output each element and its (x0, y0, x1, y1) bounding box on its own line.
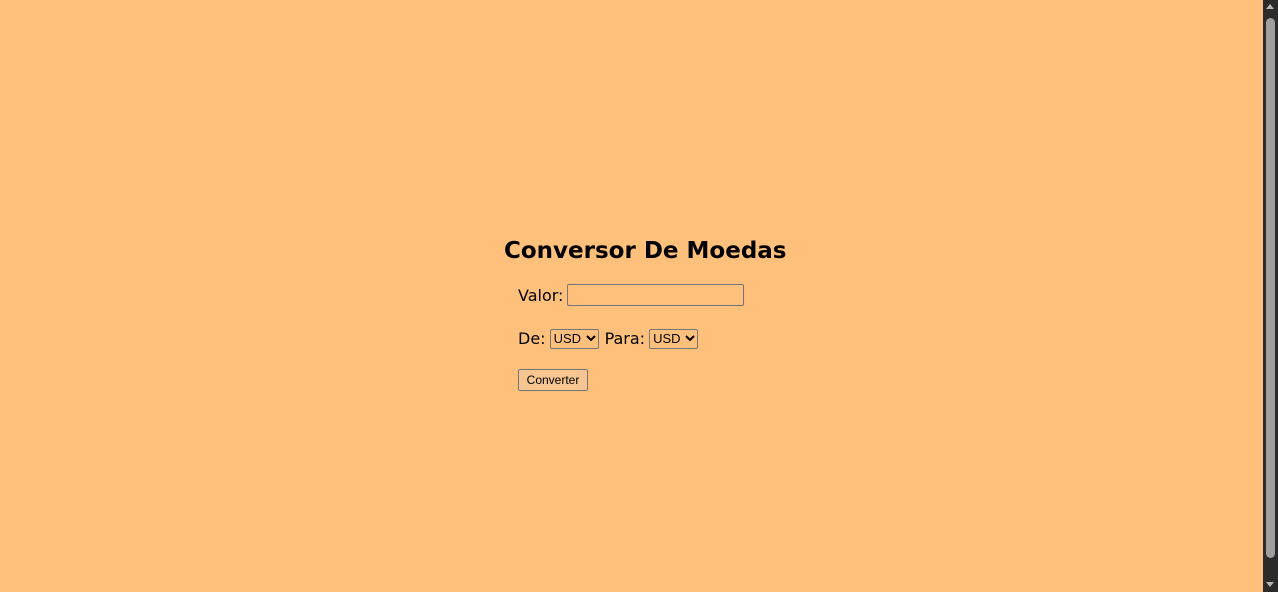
de-select[interactable]: USD (549, 328, 599, 349)
para-selected-value: USD (653, 331, 681, 346)
chevron-down-icon (585, 335, 596, 342)
para-label: Para: (604, 329, 646, 348)
valor-row: Valor: (518, 284, 745, 306)
scroll-up-icon[interactable] (1266, 4, 1274, 9)
de-selected-value: USD (553, 331, 582, 346)
converter-button[interactable]: Converter (518, 369, 588, 391)
de-label: De: (518, 329, 546, 348)
valor-input[interactable] (567, 284, 745, 306)
para-select[interactable]: USD (649, 328, 699, 349)
page-title: Conversor De Moedas (504, 238, 787, 264)
scrollbar-thumb[interactable] (1266, 18, 1275, 558)
chevron-down-icon (685, 335, 695, 342)
submit-row: Converter (518, 369, 588, 391)
currency-row: De: USD Para: USD (518, 328, 699, 349)
scroll-down-icon[interactable] (1266, 582, 1274, 587)
page-viewport: Conversor De Moedas Valor: De: USD Para:… (0, 0, 1263, 592)
vertical-scrollbar[interactable] (1263, 0, 1278, 592)
valor-label: Valor: (518, 285, 564, 305)
